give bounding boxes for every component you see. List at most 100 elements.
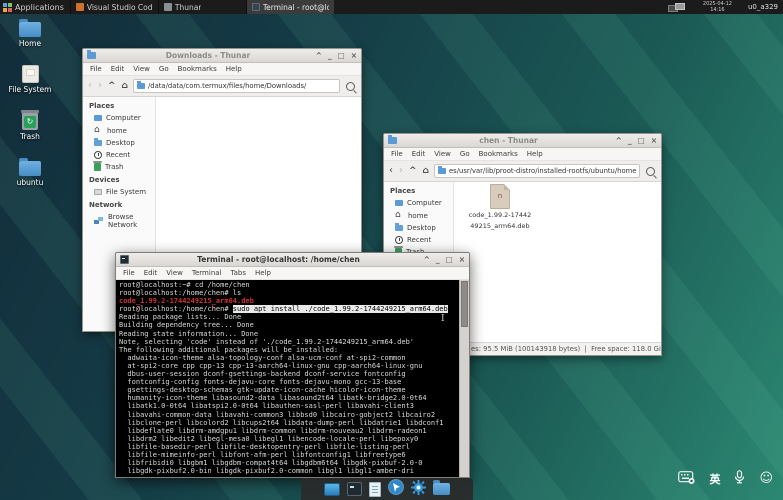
terminal-launcher-icon[interactable] [347,482,362,496]
menu-item[interactable]: Tabs [231,269,247,277]
clock[interactable]: 2025-04-12 14:16 [703,1,732,13]
applications-menu-button[interactable]: Applications [0,0,70,14]
path-bar[interactable]: es/usr/var/lib/proot-distro/installed-ro… [434,164,640,178]
home-button[interactable]: ⌂ [422,167,430,176]
terminal-window-icon [120,255,129,264]
menu-item[interactable]: File [123,269,135,277]
sidebar-item-file-system[interactable]: File System [83,186,155,198]
terminal-line: gsettings-desktop-schemas gtk-update-ico… [119,386,458,394]
back-button[interactable]: ‹ [87,81,93,91]
home-button[interactable]: ⌂ [121,82,129,91]
sidebar-item-computer[interactable]: Computer [384,197,453,209]
toolbar: ‹ › ^ ⌂ es/usr/var/lib/proot-distro/inst… [384,161,661,182]
microphone-icon[interactable] [734,469,745,488]
close-icon[interactable]: × [459,253,465,267]
menu-item[interactable]: Bookmarks [178,65,217,73]
titlebar[interactable]: Terminal - root@localhost: /home/chen ^ … [116,253,469,267]
deb-package-icon: n [490,184,510,209]
forward-button[interactable]: › [97,81,103,91]
up-button[interactable]: ^ [107,82,117,91]
titlebar[interactable]: chen - Thunar ^ _ □ × [384,134,661,148]
search-icon[interactable] [346,82,355,91]
thunar-window-icon [388,137,397,144]
maximize-icon[interactable]: □ [338,49,345,63]
show-desktop-icon[interactable] [324,483,340,496]
path-bar[interactable]: /data/data/com.termux/files/home/Downloa… [133,79,340,93]
sidebar-item-desktop[interactable]: Desktop [83,137,155,149]
sidebar-item-home[interactable]: home [384,209,453,222]
menu-item[interactable]: Edit [144,269,158,277]
settings-icon[interactable] [411,480,426,499]
titlebar[interactable]: Downloads - Thunar ^ _ □ × [83,49,361,63]
terminal-line: at-spi2-core cpp cpp-13 cpp-13-aarch64-l… [119,362,458,370]
menu-item[interactable]: Terminal [192,269,222,277]
close-icon[interactable]: × [351,49,357,63]
menu-item[interactable]: Edit [412,150,426,158]
file-manager-icon[interactable] [433,483,450,495]
sidebar-item-computer[interactable]: Computer [83,112,155,124]
menu-item[interactable]: File [391,150,403,158]
menu-item[interactable]: View [133,65,150,73]
menu-item[interactable]: Help [226,65,242,73]
ime-language-indicator[interactable]: 英 [709,471,720,487]
scrollbar-thumb[interactable] [461,281,468,327]
devices-header: Devices [83,173,155,186]
workspace-pager[interactable] [667,2,687,13]
sidebar-item-browse-network[interactable]: Browse Network [83,211,155,231]
menu-item[interactable]: Bookmarks [479,150,518,158]
file-item-deb[interactable]: n code_1.99.2-17442 49215_arm64.deb [468,184,532,230]
sidebar-item-desktop[interactable]: Desktop [384,222,453,234]
maximize-icon[interactable]: □ [446,253,453,267]
desktop-icon-file-system[interactable]: File System [4,64,56,94]
shade-icon[interactable]: ^ [616,134,622,148]
terminal-content[interactable]: root@localhost:~# cd /home/chenroot@loca… [116,280,469,477]
menu-item[interactable]: Go [460,150,470,158]
thunar-window-icon [87,52,96,59]
taskbar-button-vscode[interactable]: Visual Studio Code - Co... [70,0,158,14]
forward-button[interactable]: › [398,166,404,176]
menu-item[interactable]: Go [159,65,169,73]
taskbar-button-thunar[interactable]: Thunar [158,0,246,14]
close-icon[interactable]: × [651,134,657,148]
emoji-icon[interactable]: ☺ [759,472,773,485]
maximize-icon[interactable]: □ [638,134,645,148]
mouse-cursor-ibeam: I [441,315,445,324]
input-method-tray: 英 ☺ [678,469,773,488]
sidebar-item-home[interactable]: home [83,124,155,137]
web-browser-icon[interactable] [388,479,404,499]
taskbar-button-terminal[interactable]: Terminal - root@localho... [246,0,334,14]
applications-icon [3,3,12,12]
terminal-line: libdrm2 libedit2 libegl-mesa0 libegl1 li… [119,435,458,443]
shade-icon[interactable]: ^ [424,253,430,267]
desktop-icon-trash[interactable]: ↻ Trash [4,111,56,141]
home-icon [94,126,103,135]
menu-item[interactable]: Help [255,269,271,277]
sidebar-item-recent[interactable]: Recent [83,149,155,161]
keyboard-icon[interactable] [678,469,695,488]
top-panel: Applications Visual Studio Code - Co... … [0,0,783,14]
path-text: /data/data/com.termux/files/home/Downloa… [148,82,336,90]
sidebar-item-recent[interactable]: Recent [384,234,453,246]
shade-icon[interactable]: ^ [316,49,322,63]
minimize-icon[interactable]: _ [628,134,632,148]
minimize-icon[interactable]: _ [436,253,440,267]
up-button[interactable]: ^ [408,167,418,176]
text-editor-icon[interactable] [369,482,381,497]
sidebar-item-trash[interactable]: Trash [83,161,155,173]
search-icon[interactable] [646,167,655,176]
menu-item[interactable]: View [434,150,451,158]
terminal-line: root@localhost:~# cd /home/chen [119,281,458,289]
terminal-output[interactable]: root@localhost:~# cd /home/chenroot@loca… [119,281,458,476]
back-button[interactable]: ‹ [388,166,394,176]
menu-item[interactable]: Help [527,150,543,158]
desktop-icon-ubuntu[interactable]: ubuntu [4,157,56,187]
desktop-icon-home[interactable]: Home [4,18,56,48]
menubar: File Edit View Go Bookmarks Help [83,63,361,76]
menu-item[interactable]: Edit [111,65,125,73]
minimize-icon[interactable]: _ [328,49,332,63]
terminal-line: libatk1.0-0t64 libatspi2.0-0t64 libauthe… [119,402,458,410]
menu-item[interactable]: View [166,269,183,277]
menu-item[interactable]: File [90,65,102,73]
file-area[interactable]: n code_1.99.2-17442 49215_arm64.deb [454,182,661,342]
scrollbar[interactable] [459,280,469,477]
